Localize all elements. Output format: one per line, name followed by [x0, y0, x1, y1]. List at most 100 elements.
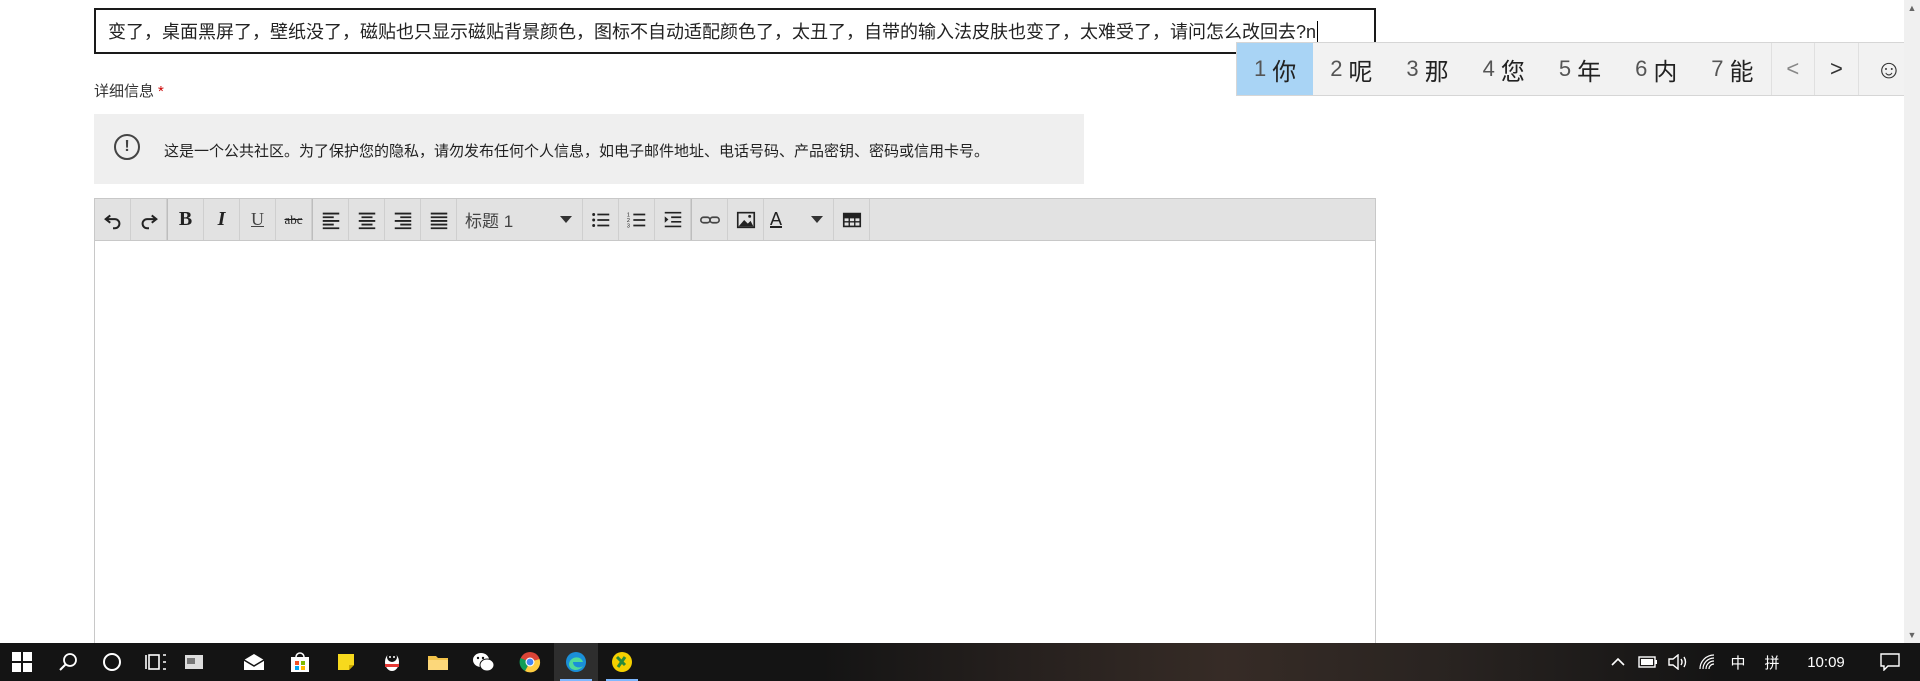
sticky-note-icon [338, 654, 354, 670]
folder-icon [428, 656, 448, 670]
wallpaper-peek [820, 643, 1720, 681]
numbered-list-icon: 123 [626, 212, 645, 229]
windows-logo-icon [12, 652, 32, 672]
ime-candidate-char: 那 [1424, 58, 1449, 86]
ime-mode-indicator[interactable]: 中 [1724, 643, 1752, 681]
italic-icon: I [217, 208, 226, 230]
bulleted-list-button[interactable] [583, 199, 619, 240]
wechat-icon [473, 653, 495, 672]
taskbar-app-qq[interactable] [370, 643, 414, 681]
store-bag-icon [291, 652, 309, 672]
speaker-icon [1668, 654, 1687, 670]
edge-icon [566, 652, 586, 672]
underline-icon: U [251, 209, 264, 229]
subject-input[interactable]: 变了，桌面黑屏了，壁纸没了，磁贴也只显示磁贴背景颜色，图标不自动适配颜色了，太丑… [94, 8, 1376, 54]
align-right-button[interactable] [385, 199, 421, 240]
ime-candidate-number: 3 [1406, 56, 1419, 81]
align-justify-icon [430, 212, 447, 229]
ime-candidate-7[interactable]: 7能 [1694, 43, 1770, 95]
details-label: 详细信息 * [94, 80, 164, 101]
taskbar-app-pinned[interactable] [600, 643, 644, 681]
chrome-icon [519, 652, 541, 673]
undo-icon [103, 214, 120, 229]
network-status[interactable] [1694, 643, 1722, 681]
battery-status[interactable] [1634, 643, 1662, 681]
scroll-up-arrow-icon[interactable]: ▲ [1904, 0, 1920, 16]
bold-button[interactable]: B [168, 199, 204, 240]
ime-candidate-5[interactable]: 5年 [1542, 43, 1618, 95]
redo-button[interactable] [131, 199, 167, 240]
ime-candidate-number: 5 [1558, 56, 1572, 81]
font-color-picker[interactable]: A [764, 199, 834, 240]
link-icon [699, 215, 720, 224]
ime-candidate-number: 2 [1330, 56, 1343, 81]
battery-icon [1638, 656, 1657, 668]
ime-candidate-6[interactable]: 6内 [1618, 43, 1694, 95]
taskbar-app-edge[interactable] [554, 643, 598, 681]
notification-icon [1880, 653, 1900, 671]
chevron-down-icon [811, 216, 823, 223]
indent-button[interactable] [655, 199, 691, 240]
cortana-button[interactable] [90, 643, 134, 681]
indent-icon [664, 211, 681, 227]
taskbar-app-store[interactable] [278, 643, 322, 681]
volume-control[interactable] [1664, 643, 1692, 681]
subject-input-value: 变了，桌面黑屏了，壁纸没了，磁贴也只显示磁贴背景颜色，图标不自动适配颜色了，太丑… [108, 22, 1317, 42]
taskbar-app-sticky-notes[interactable] [324, 643, 368, 681]
undo-button[interactable] [95, 199, 131, 240]
heading-select[interactable]: 标题 1 [457, 199, 583, 240]
justify-button[interactable] [421, 199, 457, 240]
page-scrollbar[interactable]: ▲ ▼ [1904, 0, 1920, 643]
insert-link-button[interactable] [692, 199, 728, 240]
ime-candidate-number: 6 [1635, 56, 1648, 81]
insert-image-button[interactable] [728, 199, 764, 240]
task-view-icon [145, 654, 166, 670]
chevron-down-icon [560, 216, 572, 223]
ime-candidate-number: 4 [1482, 56, 1495, 81]
underline-button[interactable]: U [240, 199, 276, 240]
align-center-button[interactable] [349, 199, 385, 240]
exclamation-circle-icon: ! [114, 134, 140, 160]
numbered-list-button[interactable]: 123 [619, 199, 655, 240]
ime-candidate-1[interactable]: 1你 [1237, 43, 1314, 95]
ime-candidate-4[interactable]: 4您 [1466, 43, 1542, 95]
details-label-text: 详细信息 [94, 83, 155, 100]
wifi-icon [1699, 654, 1715, 670]
start-button[interactable] [0, 643, 44, 681]
notepad-window-icon [185, 655, 203, 669]
bold-icon: B [178, 208, 193, 230]
page: 变了，桌面黑屏了，壁纸没了，磁贴也只显示磁贴背景颜色，图标不自动适配颜色了，太丑… [0, 0, 1920, 681]
ime-candidate-3[interactable]: 3那 [1389, 43, 1465, 95]
ime-candidate-number: 1 [1253, 56, 1267, 81]
ime-candidate-char: 您 [1500, 58, 1525, 86]
ime-prev-page-button[interactable]: < [1770, 43, 1815, 95]
search-button[interactable] [46, 643, 90, 681]
taskbar-app-chrome[interactable] [508, 643, 552, 681]
taskbar-app-mail[interactable] [232, 643, 276, 681]
taskbar-app-file-explorer[interactable] [416, 643, 460, 681]
align-right-icon [394, 212, 411, 229]
ime-layout-indicator[interactable]: 拼 [1758, 643, 1786, 681]
ime-candidate-bar: 1你 2呢 3那 4您 5年 6内 7能 < > ☺ [1236, 42, 1920, 96]
rich-text-editor: B I U abc 标题 1 1 2 3 A [94, 198, 1376, 681]
redo-icon [141, 214, 158, 229]
table-icon [842, 212, 861, 227]
heading-select-value: 标题 1 [465, 212, 514, 231]
taskbar-app-wechat[interactable] [462, 643, 506, 681]
italic-button[interactable]: I [204, 199, 240, 240]
insert-table-button[interactable] [834, 199, 870, 240]
strikethrough-icon: abc [284, 211, 303, 227]
clock[interactable]: 10:09 [1794, 643, 1858, 681]
show-hidden-icons-button[interactable] [1604, 643, 1632, 681]
bulleted-list-icon [591, 212, 609, 227]
editor-content-area[interactable] [95, 241, 1375, 680]
ime-candidate-2[interactable]: 2呢 [1313, 43, 1389, 95]
align-left-button[interactable] [313, 199, 349, 240]
strikethrough-button[interactable]: abc [276, 199, 312, 240]
action-center-button[interactable] [1868, 643, 1912, 681]
ime-next-page-button[interactable]: > [1814, 43, 1858, 95]
scroll-down-arrow-icon[interactable]: ▼ [1904, 627, 1920, 643]
image-icon [736, 211, 755, 228]
taskbar-app-notes[interactable] [172, 643, 216, 681]
font-color-icon: A [770, 209, 783, 229]
